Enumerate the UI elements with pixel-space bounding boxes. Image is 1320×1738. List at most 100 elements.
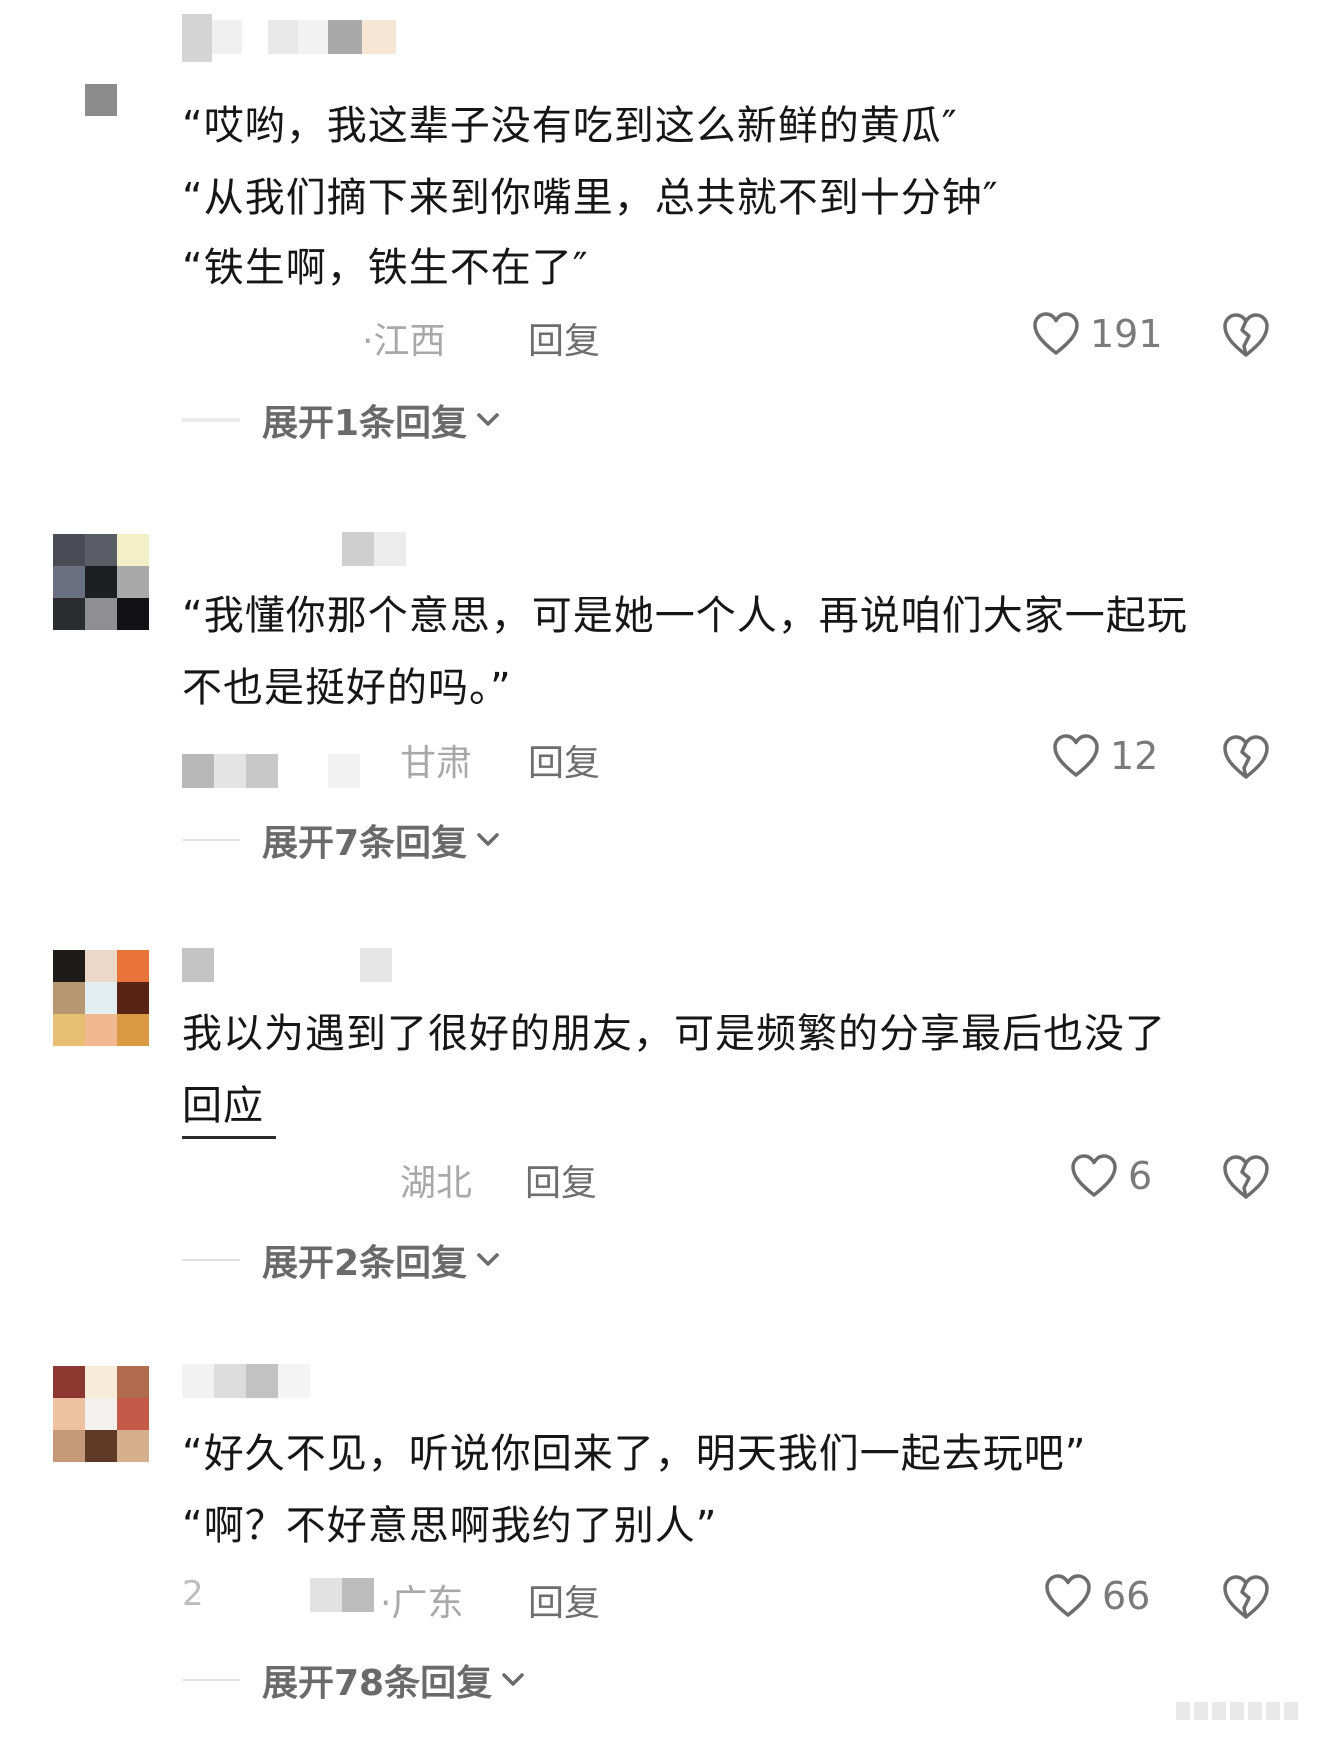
username-mosaic[interactable] bbox=[342, 532, 406, 566]
chevron-down-icon bbox=[502, 1673, 524, 1686]
avatar-pixel bbox=[85, 950, 117, 982]
watermark bbox=[1176, 1702, 1298, 1720]
avatar-pixel bbox=[117, 1398, 149, 1430]
comment-text-line: “铁生啊，铁生不在了″ bbox=[182, 245, 589, 291]
avatar-pixel bbox=[85, 1430, 117, 1462]
avatar-pixel bbox=[117, 1366, 149, 1398]
avatar-pixel bbox=[85, 1014, 117, 1046]
reply-button[interactable]: 回复 bbox=[528, 734, 600, 786]
avatar-pixel bbox=[53, 982, 85, 1014]
username-mosaic[interactable] bbox=[182, 14, 396, 62]
avatar-pixel bbox=[117, 534, 149, 566]
comment-text-line: “好久不见，听说你回来了，明天我们一起去玩吧” bbox=[182, 1431, 1087, 1477]
mosaic-block bbox=[342, 532, 374, 566]
avatar-pixel bbox=[53, 950, 85, 982]
avatar-pixel bbox=[85, 982, 117, 1014]
broken-heart-icon[interactable] bbox=[1222, 1574, 1270, 1620]
location-label: 湖北 bbox=[400, 1163, 473, 1204]
avatar-pixel bbox=[85, 534, 117, 566]
comment-text-line: “从我们摘下来到你嘴里，总共就不到十分钟″ bbox=[182, 175, 999, 221]
comment-text-line: 我以为遇到了很好的朋友，可是频繁的分享最后也没了 bbox=[182, 1011, 1166, 1057]
chevron-down-icon bbox=[477, 413, 499, 426]
avatar-pixel bbox=[53, 598, 85, 630]
heart-icon bbox=[1033, 312, 1079, 355]
username-mosaic[interactable] bbox=[182, 948, 392, 982]
avatar-pixel bbox=[117, 566, 149, 598]
expand-replies-label: 展开1条回复 bbox=[262, 403, 468, 444]
broken-heart-icon[interactable] bbox=[1222, 1154, 1270, 1200]
divider bbox=[182, 418, 240, 422]
mosaic-block bbox=[374, 532, 406, 566]
mosaic-block bbox=[182, 14, 212, 62]
location-label: ·广东 bbox=[380, 1583, 464, 1624]
divider bbox=[182, 839, 240, 841]
mosaic-block bbox=[342, 1578, 374, 1612]
mosaic-block bbox=[278, 1364, 310, 1398]
username-mosaic bbox=[182, 754, 360, 788]
expand-replies-button[interactable]: 展开7条回复 bbox=[182, 818, 503, 864]
location-label: ·江西 bbox=[362, 321, 446, 362]
chevron-down-icon bbox=[477, 833, 499, 846]
like-button[interactable]: 6 bbox=[1070, 1154, 1152, 1198]
comment-text-line: 回应 bbox=[182, 1083, 264, 1129]
location-label: 甘肃 bbox=[400, 743, 473, 784]
mosaic-block bbox=[360, 948, 392, 982]
avatar-pixel bbox=[53, 1430, 85, 1462]
avatar-pixel bbox=[85, 566, 117, 598]
mosaic-block bbox=[268, 20, 298, 54]
broken-heart-icon[interactable] bbox=[1222, 312, 1270, 358]
avatar-pixel bbox=[85, 84, 117, 116]
mosaic-block bbox=[212, 20, 242, 54]
avatar-pixel bbox=[85, 1398, 117, 1430]
avatar-pixel bbox=[117, 598, 149, 630]
expand-replies-button[interactable]: 展开78条回复 bbox=[182, 1658, 528, 1704]
mosaic-block bbox=[182, 754, 214, 788]
mosaic-block bbox=[362, 20, 396, 54]
mosaic-block bbox=[182, 948, 214, 982]
avatar-pixel bbox=[117, 1014, 149, 1046]
username-mosaic[interactable] bbox=[182, 1364, 310, 1398]
expand-replies-label: 展开7条回复 bbox=[262, 823, 468, 864]
like-count: 191 bbox=[1090, 312, 1163, 356]
like-count: 6 bbox=[1128, 1154, 1153, 1198]
heart-icon bbox=[1045, 1574, 1091, 1617]
avatar-pixel bbox=[117, 982, 149, 1014]
avatar[interactable] bbox=[53, 1366, 149, 1462]
reply-button[interactable]: 回复 bbox=[528, 312, 600, 364]
avatar-pixel bbox=[53, 1014, 85, 1046]
expand-replies-label: 展开78条回复 bbox=[262, 1663, 493, 1704]
reply-button[interactable]: 回复 bbox=[528, 1574, 600, 1626]
like-button[interactable]: 66 bbox=[1044, 1574, 1150, 1618]
mosaic-block bbox=[298, 20, 328, 54]
mosaic-block bbox=[246, 1364, 278, 1398]
heart-icon bbox=[1053, 734, 1099, 777]
like-button[interactable]: 191 bbox=[1032, 312, 1163, 356]
comment-text-line: 不也是挺好的吗。” bbox=[182, 665, 512, 711]
avatar-pixel bbox=[85, 1366, 117, 1398]
comment-text-line: “啊？不好意思啊我约了别人” bbox=[182, 1503, 718, 1549]
like-count: 66 bbox=[1102, 1574, 1151, 1618]
comment-text-line: “我懂你那个意思，可是她一个人，再说咱们大家一起玩 bbox=[182, 593, 1188, 639]
avatar[interactable] bbox=[53, 534, 149, 630]
like-button[interactable]: 12 bbox=[1052, 734, 1158, 778]
reply-button[interactable]: 回复 bbox=[525, 1154, 597, 1206]
mosaic-block bbox=[214, 1364, 246, 1398]
mosaic-block bbox=[246, 754, 278, 788]
mosaic-block bbox=[310, 1578, 342, 1612]
username-mosaic bbox=[310, 1578, 374, 1612]
broken-heart-icon[interactable] bbox=[1222, 734, 1270, 780]
avatar-pixel bbox=[53, 1366, 85, 1398]
mosaic-block bbox=[182, 1364, 214, 1398]
mosaic-block bbox=[328, 20, 362, 54]
expand-replies-button[interactable]: 展开1条回复 bbox=[182, 398, 503, 444]
avatar[interactable] bbox=[85, 84, 117, 116]
avatar-pixel bbox=[53, 534, 85, 566]
avatar-pixel bbox=[53, 1398, 85, 1430]
mosaic-block bbox=[328, 754, 360, 788]
avatar[interactable] bbox=[53, 950, 149, 1046]
comment-text-line: “哎哟，我这辈子没有吃到这么新鲜的黄瓜″ bbox=[182, 103, 958, 149]
heart-icon bbox=[1071, 1154, 1117, 1197]
expand-replies-button[interactable]: 展开2条回复 bbox=[182, 1238, 503, 1284]
divider bbox=[182, 1259, 240, 1261]
expand-replies-label: 展开2条回复 bbox=[262, 1243, 468, 1284]
